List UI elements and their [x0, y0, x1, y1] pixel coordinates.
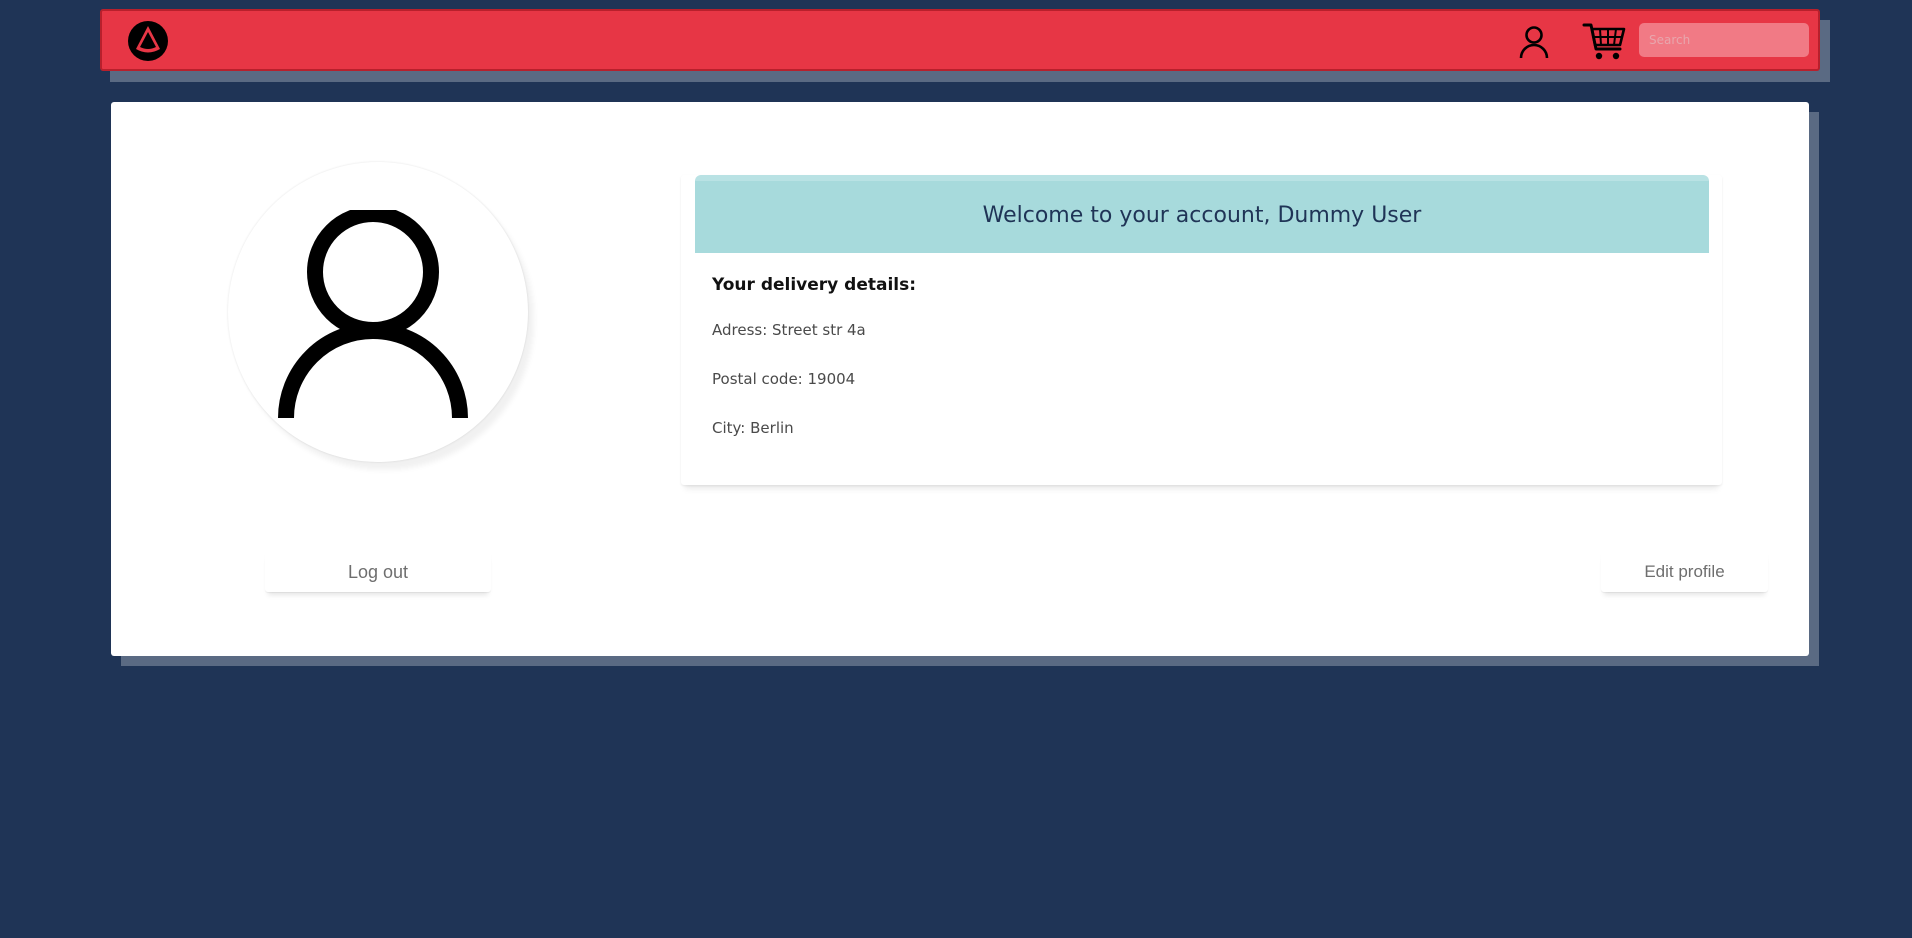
search-input[interactable] [1639, 23, 1809, 57]
brand-logo-icon[interactable] [126, 19, 170, 63]
edit-profile-button[interactable]: Edit profile [1601, 552, 1768, 592]
delivery-details-panel: Welcome to your account, Dummy User Your… [681, 175, 1722, 485]
user-avatar-icon [278, 210, 468, 419]
postal-code-text: Postal code: 19004 [712, 370, 856, 388]
welcome-title: Welcome to your account, Dummy User [982, 202, 1422, 228]
avatar [228, 162, 528, 462]
user-icon[interactable] [1517, 25, 1551, 59]
address-text: Adress: Street str 4a [712, 321, 866, 339]
welcome-header: Welcome to your account, Dummy User [695, 175, 1709, 253]
city-text: City: Berlin [712, 419, 794, 437]
account-card: Welcome to your account, Dummy User Your… [111, 102, 1809, 656]
navbar [100, 9, 1820, 71]
delivery-details: Your delivery details: Adress: Street st… [712, 275, 916, 468]
logout-button[interactable]: Log out [265, 552, 491, 592]
delivery-heading: Your delivery details: [712, 275, 917, 295]
cart-icon[interactable] [1582, 21, 1626, 63]
